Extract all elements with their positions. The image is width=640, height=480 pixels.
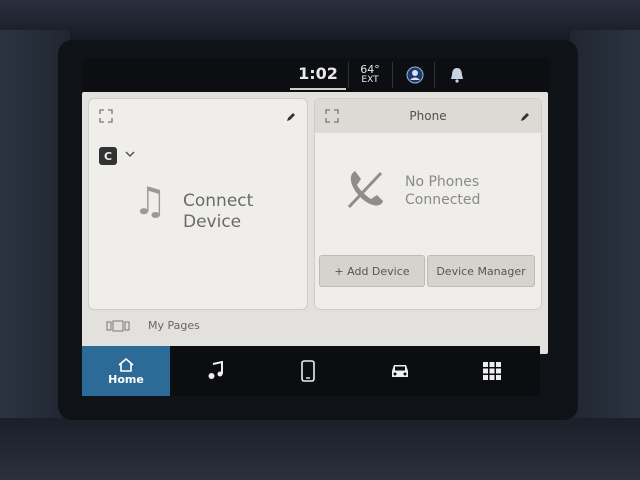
temperature-value: 64° bbox=[360, 63, 380, 76]
bezel-bottom bbox=[0, 418, 640, 480]
divider bbox=[434, 62, 435, 88]
bezel-right bbox=[570, 30, 640, 480]
nav-apps-button[interactable] bbox=[462, 346, 522, 396]
my-pages-label[interactable]: My Pages bbox=[148, 319, 200, 332]
vehicle-icon bbox=[392, 365, 408, 377]
divider bbox=[392, 62, 393, 88]
nav-vehicle-button[interactable] bbox=[370, 346, 430, 396]
chevron-down-icon[interactable] bbox=[125, 149, 135, 159]
add-device-button[interactable]: + Add Device bbox=[319, 255, 425, 287]
status-bar: 1:02 64° EXT bbox=[82, 58, 550, 92]
temperature-label: EXT bbox=[361, 75, 379, 85]
media-panel[interactable]: C ♫ Connect Device bbox=[88, 98, 308, 310]
phone-disconnected-icon bbox=[347, 171, 383, 209]
expand-icon[interactable] bbox=[325, 109, 339, 123]
device-manager-button[interactable]: Device Manager bbox=[427, 255, 535, 287]
outside-temperature: 64° EXT bbox=[352, 58, 388, 92]
home-screen: C ♫ Connect Device Phone No Phones Conne… bbox=[82, 92, 548, 354]
home-icon bbox=[118, 357, 134, 372]
music-icon bbox=[208, 361, 223, 379]
divider bbox=[348, 62, 349, 88]
bottom-navigation: Home bbox=[82, 346, 540, 396]
bell-icon bbox=[451, 68, 463, 83]
home-button[interactable]: Home bbox=[82, 346, 170, 396]
apps-grid-icon bbox=[483, 362, 501, 380]
home-label: Home bbox=[108, 372, 144, 386]
phone-device-icon bbox=[301, 360, 315, 382]
edit-pencil-icon[interactable] bbox=[519, 111, 531, 123]
nav-phone-button[interactable] bbox=[278, 346, 338, 396]
driver-profile-button[interactable] bbox=[398, 58, 432, 92]
phone-panel-header: Phone bbox=[315, 99, 541, 133]
no-phones-message: No Phones Connected bbox=[405, 174, 481, 208]
phone-panel[interactable]: Phone No Phones Connected + Add Device D… bbox=[314, 98, 542, 310]
notifications-button[interactable] bbox=[440, 58, 474, 92]
edit-pencil-icon[interactable] bbox=[285, 111, 297, 123]
clock[interactable]: 1:02 bbox=[290, 58, 346, 90]
nav-audio-button[interactable] bbox=[186, 346, 246, 396]
my-pages-icon[interactable] bbox=[106, 320, 130, 332]
music-note-icon: ♫ bbox=[133, 179, 168, 223]
media-source-logo[interactable]: C bbox=[99, 147, 117, 165]
bezel-top bbox=[0, 0, 640, 40]
phone-panel-title: Phone bbox=[409, 109, 447, 123]
driver-profile-icon bbox=[406, 66, 424, 84]
connect-device-label: Connect Device bbox=[183, 191, 254, 232]
expand-icon[interactable] bbox=[99, 109, 113, 123]
